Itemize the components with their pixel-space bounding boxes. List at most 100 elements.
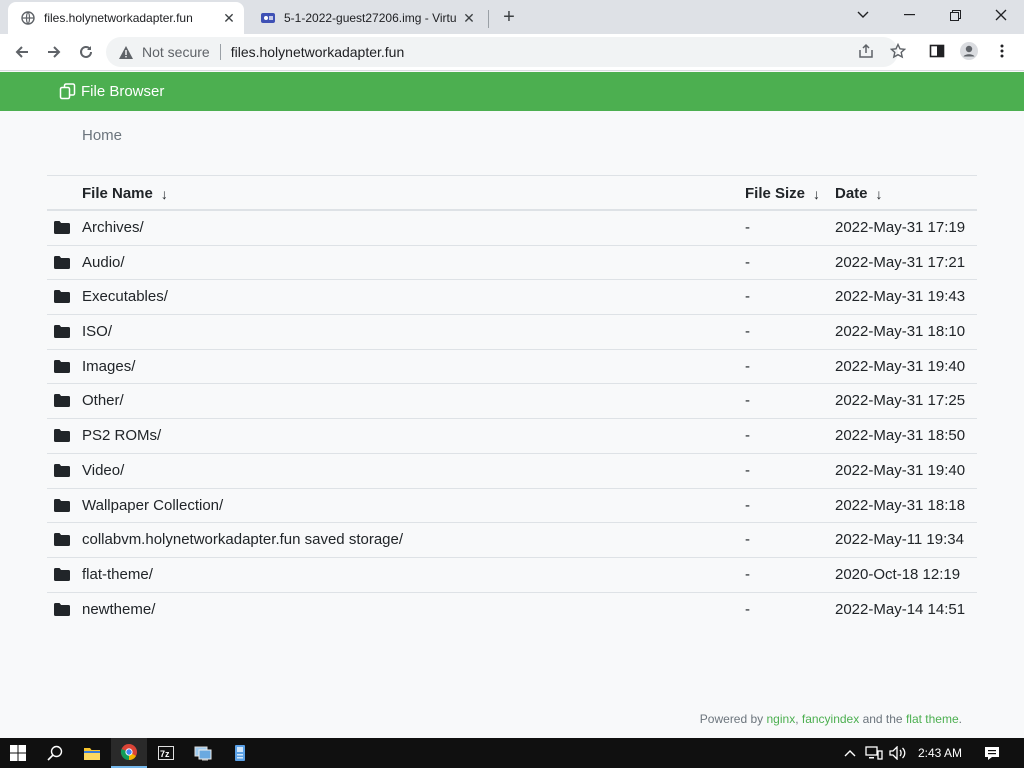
back-button[interactable] xyxy=(8,38,36,66)
table-row: ISO/ - 2022-May-31 18:10 xyxy=(47,315,977,350)
folder-icon xyxy=(54,290,70,304)
restore-button[interactable] xyxy=(932,0,978,30)
breadcrumb-home[interactable]: Home xyxy=(82,127,122,144)
file-date: 2020-Oct-18 12:19 xyxy=(835,565,961,583)
minimize-button[interactable] xyxy=(886,0,932,30)
file-name-link[interactable]: newtheme/ xyxy=(82,601,155,618)
file-name-link[interactable]: Archives/ xyxy=(82,219,144,236)
folder-icon xyxy=(54,255,70,270)
tab-title: files.holynetworkadapter.fun xyxy=(44,11,193,25)
file-table: File Name ↓ File Size ↓ Date ↓ Archives/… xyxy=(47,175,977,627)
browser-tab-strip: files.holynetworkadapter.fun ✕ 5-1-2022-… xyxy=(0,0,1024,34)
file-size: - xyxy=(745,461,750,479)
close-window-button[interactable] xyxy=(978,0,1024,30)
security-label: Not secure xyxy=(142,44,210,60)
new-tab-button[interactable]: + xyxy=(498,6,520,28)
folder-icon xyxy=(54,533,70,547)
sort-arrow-icon: ↓ xyxy=(160,185,168,202)
file-name-link[interactable]: Wallpaper Collection/ xyxy=(82,497,223,514)
file-size: - xyxy=(745,531,750,549)
forward-button[interactable] xyxy=(40,38,68,66)
side-panel-icon[interactable] xyxy=(927,41,947,61)
globe-icon xyxy=(20,10,36,26)
breadcrumb: Home xyxy=(82,127,122,144)
brand-link[interactable]: File Browser xyxy=(58,82,164,100)
chrome-icon[interactable] xyxy=(111,738,147,768)
table-row: newtheme/ - 2022-May-14 14:51 xyxy=(47,593,977,628)
file-name-link[interactable]: Video/ xyxy=(82,462,124,479)
start-button[interactable] xyxy=(0,738,36,768)
file-name-link[interactable]: flat-theme/ xyxy=(82,566,153,583)
tab-files[interactable]: files.holynetworkadapter.fun ✕ xyxy=(8,2,244,34)
notifications-icon[interactable] xyxy=(978,738,1006,768)
file-size: - xyxy=(745,392,750,410)
url-text[interactable]: files.holynetworkadapter.fun xyxy=(231,44,405,60)
file-name-link[interactable]: Audio/ xyxy=(82,254,125,271)
volume-icon[interactable] xyxy=(888,738,908,768)
flat-theme-link[interactable]: flat theme xyxy=(906,712,959,726)
network-icon[interactable] xyxy=(864,738,884,768)
utility-app-icon[interactable] xyxy=(222,738,258,768)
file-name-link[interactable]: collabvm.holynetworkadapter.fun saved st… xyxy=(82,531,403,548)
folder-icon xyxy=(54,429,70,443)
file-name-link[interactable]: Images/ xyxy=(82,358,135,375)
search-icon[interactable] xyxy=(37,738,73,768)
file-size: - xyxy=(745,288,750,306)
table-row: Archives/ - 2022-May-31 17:19 xyxy=(47,211,977,246)
tab-title: 5-1-2022-guest27206.img - Virtu xyxy=(284,11,457,25)
file-date: 2022-May-31 18:10 xyxy=(835,323,966,341)
taskbar-clock[interactable]: 2:43 AM xyxy=(912,738,968,768)
folder-icon xyxy=(54,359,70,374)
table-header: File Name ↓ File Size ↓ Date ↓ xyxy=(47,175,977,211)
folder-icon xyxy=(54,325,70,339)
tab-search-icon[interactable] xyxy=(840,0,886,30)
table-row: Images/ - 2022-May-31 19:40 xyxy=(47,350,977,385)
column-label: File Size xyxy=(745,185,806,202)
reload-button[interactable] xyxy=(72,38,100,66)
footer-sep: , xyxy=(795,712,802,726)
column-header-date[interactable]: Date ↓ xyxy=(835,185,883,202)
column-header-file-name[interactable]: File Name ↓ xyxy=(82,185,168,202)
brand-title: File Browser xyxy=(81,82,165,100)
7zip-icon[interactable]: 7z xyxy=(148,738,184,768)
file-size: - xyxy=(745,565,750,583)
file-name-link[interactable]: Executables/ xyxy=(82,288,168,305)
file-name-link[interactable]: PS2 ROMs/ xyxy=(82,427,161,444)
file-size: - xyxy=(745,496,750,514)
network-app-icon[interactable] xyxy=(185,738,221,768)
tray-chevron-up-icon[interactable] xyxy=(842,738,858,768)
folder-icon xyxy=(54,463,70,478)
table-row: Wallpaper Collection/ - 2022-May-31 18:18 xyxy=(47,489,977,524)
warning-icon[interactable] xyxy=(118,44,134,60)
file-date: 2022-May-31 17:25 xyxy=(835,392,966,410)
table-row: Audio/ - 2022-May-31 17:21 xyxy=(47,246,977,281)
profile-avatar-icon[interactable] xyxy=(959,41,979,61)
close-tab-icon[interactable]: ✕ xyxy=(220,9,238,27)
file-explorer-icon[interactable] xyxy=(74,738,110,768)
file-name-link[interactable]: Other/ xyxy=(82,392,124,409)
column-header-file-size[interactable]: File Size ↓ xyxy=(745,185,820,202)
file-size: - xyxy=(745,253,750,271)
folder-icon xyxy=(54,394,70,408)
footer-prefix: Powered by xyxy=(699,712,767,726)
address-bar[interactable]: Not secure files.holynetworkadapter.fun xyxy=(106,37,898,67)
folder-icon xyxy=(54,567,70,582)
sort-arrow-icon: ↓ xyxy=(875,185,883,202)
table-row: PS2 ROMs/ - 2022-May-31 18:50 xyxy=(47,419,977,454)
vm-icon xyxy=(260,10,276,26)
table-row: flat-theme/ - 2020-Oct-18 12:19 xyxy=(47,558,977,593)
fancyindex-link[interactable]: fancyindex xyxy=(802,712,859,726)
taskbar: 7z 2:43 AM xyxy=(0,738,1024,768)
bookmark-star-icon[interactable] xyxy=(888,41,908,61)
close-tab-icon[interactable]: ✕ xyxy=(460,9,478,27)
tab-separator xyxy=(488,10,489,28)
share-icon[interactable] xyxy=(856,41,876,61)
menu-kebab-icon[interactable] xyxy=(992,41,1012,61)
file-name-link[interactable]: ISO/ xyxy=(82,323,112,340)
omnibox-divider xyxy=(219,44,221,60)
footer-suffix: . xyxy=(958,712,962,726)
nginx-link[interactable]: nginx xyxy=(767,712,796,726)
tab-virtual-machine[interactable]: 5-1-2022-guest27206.img - Virtu ✕ xyxy=(248,2,484,34)
footer: Powered by nginx, fancyindex and the fla… xyxy=(700,712,962,726)
file-date: 2022-May-31 17:21 xyxy=(835,253,966,271)
